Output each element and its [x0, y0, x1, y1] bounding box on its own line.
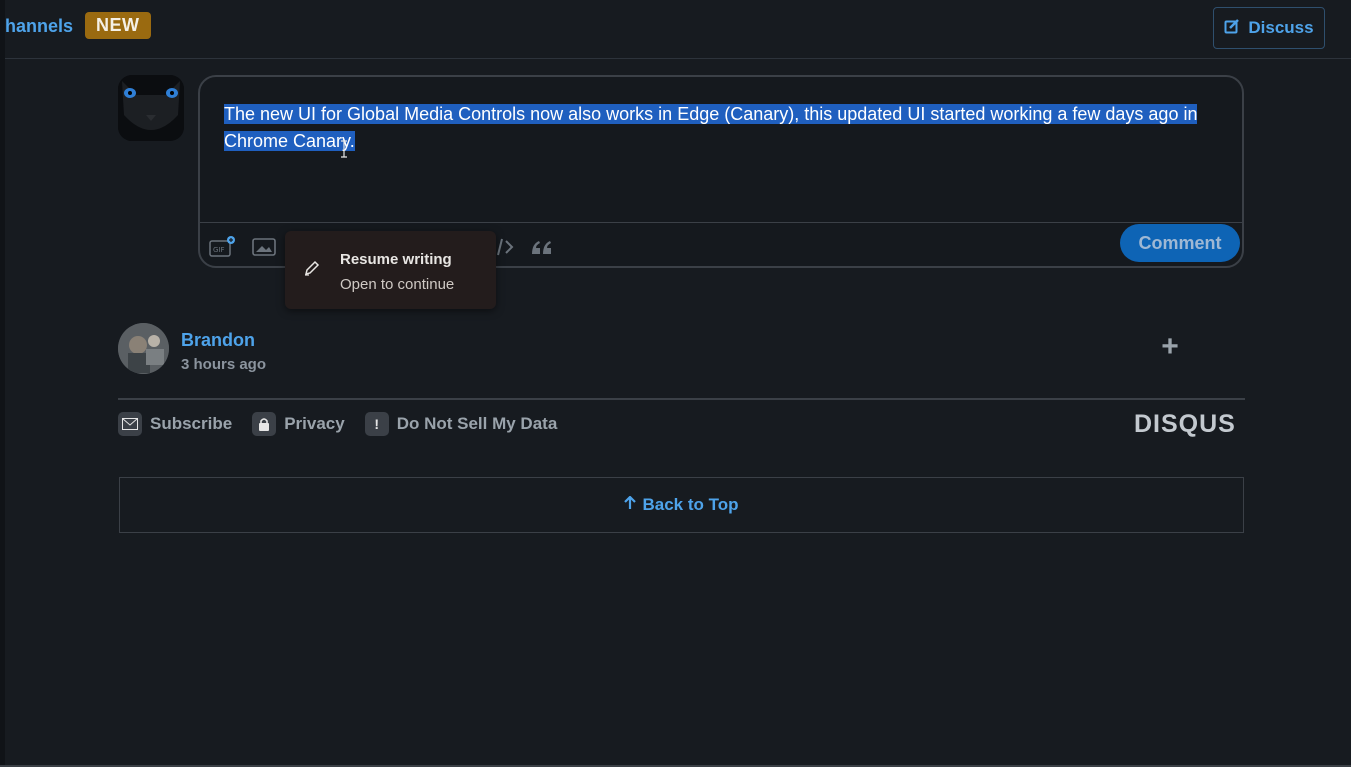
footer-links: Subscribe Privacy ! Do Not Sell My Data: [118, 412, 557, 436]
do-not-sell-link[interactable]: ! Do Not Sell My Data: [364, 412, 558, 436]
quote-icon[interactable]: [528, 233, 556, 261]
do-not-sell-label: Do Not Sell My Data: [396, 414, 558, 433]
image-icon[interactable]: [250, 233, 278, 261]
comment-timestamp: 3 hours ago: [181, 356, 267, 373]
user-avatar[interactable]: [118, 323, 169, 374]
comment-text[interactable]: The new UI for Global Media Controls now…: [224, 101, 1224, 155]
editor-divider: [200, 222, 1242, 223]
popup-subtitle: Open to continue: [340, 276, 455, 293]
new-badge: NEW: [85, 12, 151, 39]
username-link[interactable]: Brandon: [181, 330, 255, 351]
lock-icon: [252, 412, 277, 436]
plus-icon[interactable]: +: [1156, 332, 1184, 362]
mail-icon: [118, 412, 142, 436]
subscribe-label: Subscribe: [150, 414, 233, 433]
comment-button[interactable]: Comment: [1120, 224, 1240, 262]
privacy-link[interactable]: Privacy: [252, 412, 345, 436]
arrow-up-icon: [624, 495, 637, 515]
discuss-button[interactable]: Discuss: [1213, 7, 1325, 49]
current-user-avatar[interactable]: [118, 75, 184, 141]
channels-link[interactable]: hannels: [5, 16, 73, 37]
gif-icon[interactable]: GIF: [208, 233, 236, 261]
top-bar: hannels NEW Discuss: [5, 0, 1351, 59]
svg-text:GIF: GIF: [213, 246, 225, 254]
privacy-label: Privacy: [284, 414, 345, 433]
exclamation-icon: !: [364, 412, 389, 436]
pencil-icon: [303, 259, 321, 277]
back-to-top-label: Back to Top: [642, 495, 739, 514]
text-cursor-icon: [340, 140, 348, 158]
popup-title: Resume writing: [340, 251, 452, 268]
discuss-label: Discuss: [1248, 18, 1314, 37]
back-to-top-button[interactable]: Back to Top: [119, 477, 1244, 533]
left-edge: [0, 0, 5, 767]
disqus-logo[interactable]: DISQUS: [1134, 410, 1236, 439]
subscribe-link[interactable]: Subscribe: [118, 412, 232, 436]
footer-divider: [118, 398, 1245, 400]
resume-writing-popup[interactable]: Resume writing Open to continue: [285, 231, 496, 309]
edit-icon: [1224, 18, 1240, 39]
